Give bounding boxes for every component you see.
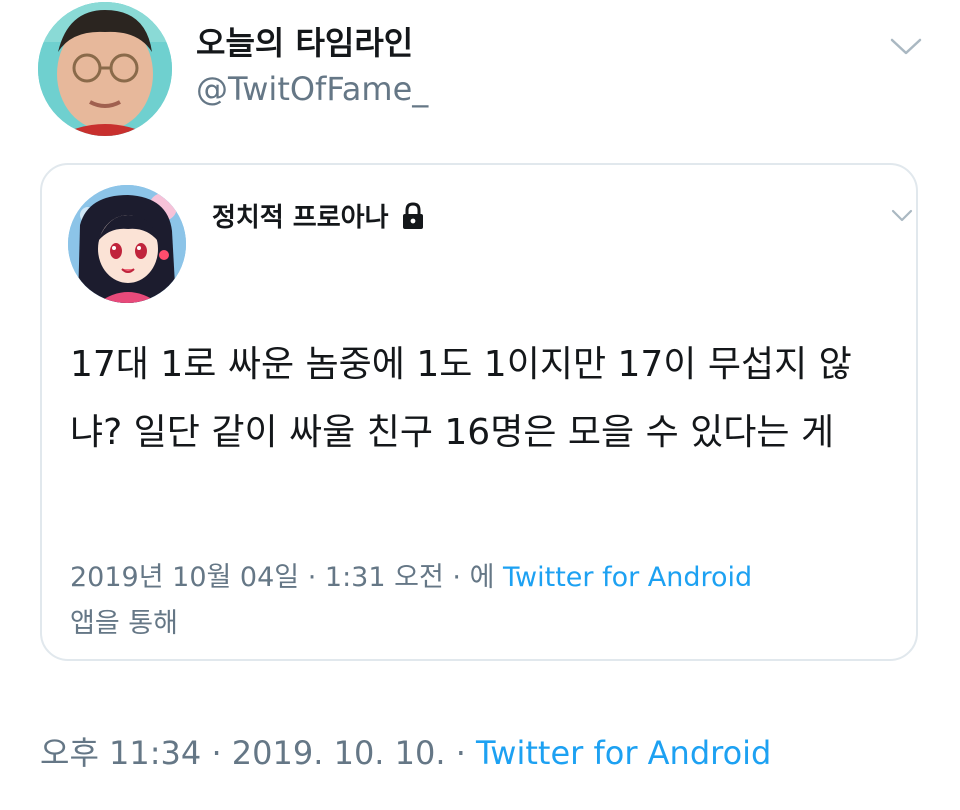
lock-icon — [402, 201, 423, 229]
chevron-down-icon[interactable] — [890, 207, 914, 225]
quoted-tweet-source-link[interactable]: Twitter for Android — [503, 562, 752, 593]
quoted-author-avatar[interactable] — [68, 185, 186, 303]
tweet-screenshot: 오늘의 타임라인 @TwitOfFame_ 정치적 프로아나 17대 1로 싸운… — [0, 0, 960, 810]
meta-separator: · — [307, 562, 317, 593]
author-handle[interactable]: @TwitOfFame_ — [196, 70, 428, 108]
quoted-tweet-via-prefix: · 에 — [452, 562, 495, 593]
chevron-down-icon[interactable] — [888, 34, 924, 58]
quoted-tweet-via-suffix: 앱을 통해 — [70, 608, 178, 639]
quoted-author-name-label: 정치적 프로아나 — [212, 203, 389, 233]
footer-separator: · — [455, 734, 466, 772]
footer-separator: · — [211, 734, 222, 772]
tweet-source-link[interactable]: Twitter for Android — [476, 734, 771, 772]
quoted-author-name[interactable]: 정치적 프로아나 — [212, 197, 429, 234]
quoted-tweet-time: 1:31 오전 — [324, 562, 444, 593]
quoted-tweet-date: 2019년 10월 04일 — [70, 562, 300, 593]
quoted-tweet-text: 17대 1로 싸운 놈중에 1도 1이지만 17이 무섭지 않냐? 일단 같이 … — [70, 344, 852, 453]
tweet-time[interactable]: 오후 11:34 — [40, 734, 201, 772]
tweet-date[interactable]: 2019. 10. 10. — [232, 734, 446, 772]
author-avatar[interactable] — [38, 2, 172, 136]
quoted-tweet-card[interactable]: 정치적 프로아나 17대 1로 싸운 놈중에 1도 1이지만 17이 무섭지 않… — [40, 163, 918, 661]
author-name[interactable]: 오늘의 타임라인 — [196, 18, 413, 64]
tweet-footer: 오후 11:34 · 2019. 10. 10. · Twitter for A… — [40, 728, 771, 774]
quoted-tweet-meta: 2019년 10월 04일 · 1:31 오전 · 에 Twitter for … — [70, 555, 890, 647]
